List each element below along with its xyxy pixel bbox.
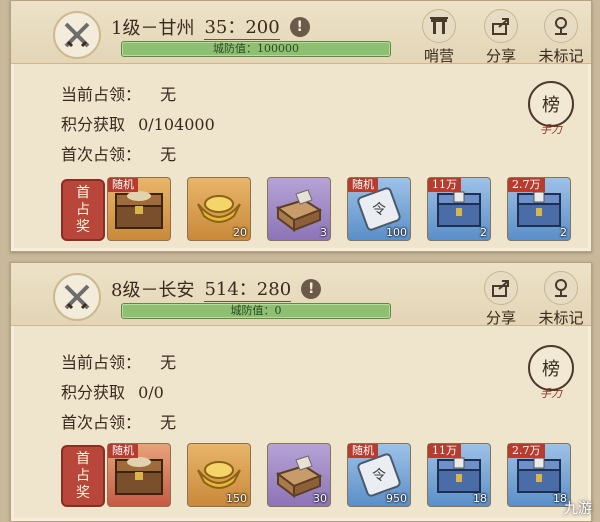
reward-item-pack[interactable]: 30 xyxy=(267,443,331,507)
reward-quantity: 150 xyxy=(226,492,247,505)
reward-item-box[interactable]: 11万 2 xyxy=(427,177,491,241)
reward-tag: 2.7万 xyxy=(508,444,545,458)
outpost-label: 哨营 xyxy=(423,47,454,65)
badge-char-1: 首 xyxy=(76,450,90,467)
first-occupant-row: 首次占领： 无 xyxy=(61,141,176,165)
reward-tag: 11万 xyxy=(428,178,461,192)
reward-item-box[interactable]: 11万 18 xyxy=(427,443,491,507)
city-title-line: 1级－甘州 35：200 ! xyxy=(111,13,310,40)
city-coordinate-link[interactable]: 35：200 xyxy=(204,13,280,40)
reward-quantity: 18 xyxy=(473,492,487,505)
share-label: 分享 xyxy=(485,47,516,65)
share-label: 分享 xyxy=(485,309,516,327)
mark-button[interactable]: 未标记 xyxy=(531,271,591,328)
reward-quantity: 20 xyxy=(233,226,247,239)
share-button[interactable]: 分享 xyxy=(471,9,531,66)
city-title: 1级－甘州 xyxy=(111,17,195,39)
current-occupant-value: 无 xyxy=(160,353,177,372)
share-icon xyxy=(484,271,518,305)
badge-char-3: 奖 xyxy=(76,218,90,235)
info-icon[interactable]: ! xyxy=(289,16,310,37)
points-value: 0/0 xyxy=(138,383,164,402)
outpost-button[interactable]: 哨营 xyxy=(409,9,469,66)
first-occupant-row: 首次占领： 无 xyxy=(61,409,176,433)
reward-item-chest[interactable]: 随机 xyxy=(107,443,171,507)
reward-item-pack[interactable]: 3 xyxy=(267,177,331,241)
city-title-line: 8级－长安 514：280 ! xyxy=(111,275,322,302)
svg-text:令: 令 xyxy=(372,468,386,484)
first-occupant-label: 首次占领： xyxy=(61,145,142,164)
city-defense-bar: 城防值：100000 xyxy=(121,41,391,57)
info-icon[interactable]: ! xyxy=(301,278,322,299)
city-defense-label: 城防值：0 xyxy=(230,304,282,317)
reward-item-chest[interactable]: 随机 xyxy=(107,177,171,241)
reward-tag: 随机 xyxy=(108,444,138,458)
city-defense-label: 城防值：100000 xyxy=(213,42,299,55)
points-row: 积分获取 0/104000 xyxy=(61,111,215,135)
watermark: 九游 xyxy=(564,501,592,517)
first-occupant-value: 无 xyxy=(160,413,177,432)
mark-label: 未标记 xyxy=(538,47,584,65)
city-card-changan: 8级－长安 514：280 ! 城防值：0 分享 未标记 当前占领： 无 积分获… xyxy=(10,262,592,522)
gate-icon xyxy=(422,9,456,43)
reward-item-box[interactable]: 2.7万 18 xyxy=(507,443,571,507)
city-header: 8级－长安 514：280 ! 城防值：0 分享 未标记 xyxy=(11,263,591,328)
badge-char-2: 占 xyxy=(76,467,90,484)
location-pin-icon xyxy=(544,9,578,43)
reward-tag: 11万 xyxy=(428,444,461,458)
badge-char-2: 占 xyxy=(76,201,90,218)
reward-quantity: 30 xyxy=(313,492,327,505)
leaderboard-button[interactable]: 榜 手力 xyxy=(527,345,575,407)
reward-quantity: 3 xyxy=(320,226,327,239)
badge-char-3: 奖 xyxy=(76,484,90,501)
location-pin-icon xyxy=(544,271,578,305)
current-occupant-row: 当前占领： 无 xyxy=(61,349,176,373)
reward-quantity: 950 xyxy=(386,492,407,505)
reward-quantity: 2 xyxy=(560,226,567,239)
city-defense-bar: 城防值：0 xyxy=(121,303,391,319)
share-button[interactable]: 分享 xyxy=(471,271,531,328)
crossed-swords-icon[interactable] xyxy=(53,11,101,59)
reward-tag: 随机 xyxy=(348,178,378,192)
reward-item-ingot[interactable]: 20 xyxy=(187,177,251,241)
leaderboard-sub: 手力 xyxy=(540,123,562,136)
current-occupant-label: 当前占领： xyxy=(61,353,142,372)
reward-quantity: 100 xyxy=(386,226,407,239)
first-capture-badge: 首 占 奖 xyxy=(61,445,105,507)
points-row: 积分获取 0/0 xyxy=(61,379,164,403)
reward-item-scroll[interactable]: 令 随机 950 xyxy=(347,443,411,507)
reward-item-scroll[interactable]: 令 随机 100 xyxy=(347,177,411,241)
crossed-swords-icon[interactable] xyxy=(53,273,101,321)
points-label: 积分获取 xyxy=(61,383,126,402)
city-title: 8级－长安 xyxy=(111,279,195,301)
city-coordinate-link[interactable]: 514：280 xyxy=(204,275,292,302)
points-value: 0/104000 xyxy=(138,115,215,134)
leaderboard-sub: 手力 xyxy=(540,387,562,400)
svg-text:令: 令 xyxy=(372,202,386,218)
current-occupant-value: 无 xyxy=(160,85,177,104)
city-header: 1级－甘州 35：200 ! 城防值：100000 哨营 分享 未标记 xyxy=(11,1,591,66)
city-card-ganzhou: 1级－甘州 35：200 ! 城防值：100000 哨营 分享 未标记 当前占领… xyxy=(10,0,592,252)
reward-tag: 随机 xyxy=(108,178,138,192)
mark-label: 未标记 xyxy=(538,309,584,327)
current-occupant-row: 当前占领： 无 xyxy=(61,81,176,105)
reward-item-box[interactable]: 2.7万 2 xyxy=(507,177,571,241)
points-label: 积分获取 xyxy=(61,115,126,134)
first-occupant-label: 首次占领： xyxy=(61,413,142,432)
reward-quantity: 2 xyxy=(480,226,487,239)
leaderboard-button[interactable]: 榜 手力 xyxy=(527,81,575,143)
mark-button[interactable]: 未标记 xyxy=(531,9,591,66)
reward-tag: 随机 xyxy=(348,444,378,458)
reward-tag: 2.7万 xyxy=(508,178,545,192)
first-occupant-value: 无 xyxy=(160,145,177,164)
first-capture-badge: 首 占 奖 xyxy=(61,179,105,241)
badge-char-1: 首 xyxy=(76,184,90,201)
share-icon xyxy=(484,9,518,43)
reward-item-ingot[interactable]: 150 xyxy=(187,443,251,507)
current-occupant-label: 当前占领： xyxy=(61,85,142,104)
